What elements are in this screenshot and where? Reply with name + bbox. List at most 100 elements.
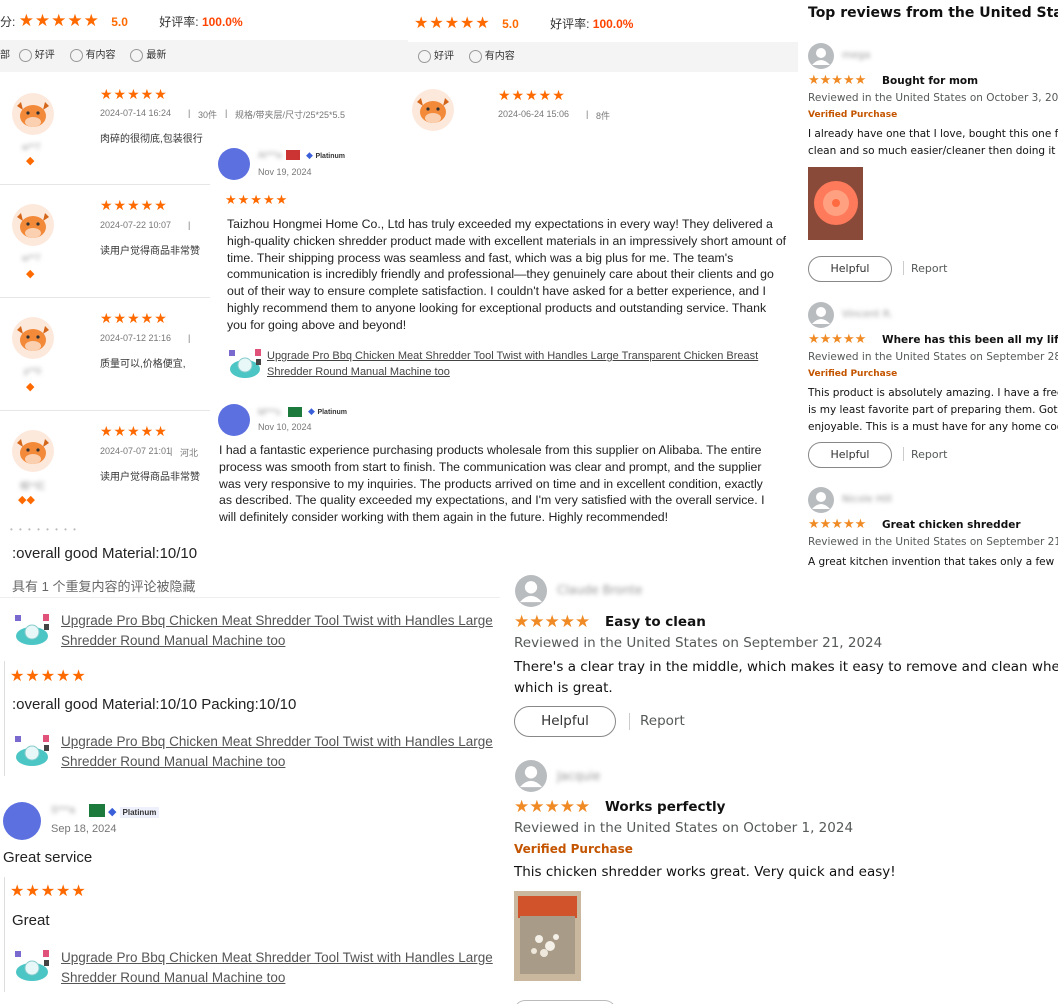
helpful-button[interactable]: Helpful xyxy=(514,706,616,737)
filter-content[interactable]: 有内容 xyxy=(468,49,515,63)
review-text: :overall good Material:10/10 xyxy=(12,545,198,562)
review-text: There's a clear tray in the middle, whic… xyxy=(514,659,1058,675)
rating-stars: ★★★★★ xyxy=(100,86,168,102)
product-link[interactable]: Upgrade Pro Bbq Chicken Meat Shredder To… xyxy=(61,613,493,628)
reviewer-name: Claude Bronte xyxy=(557,583,643,597)
helpful-button-partial[interactable] xyxy=(514,1000,616,1004)
review-date: Nov 19, 2024 xyxy=(258,167,312,177)
rating-stars: ★★★★★ xyxy=(498,87,566,103)
review-text: 读用户觉得商品非常赞 xyxy=(100,246,200,257)
user-avatar-icon xyxy=(808,487,834,513)
avatar xyxy=(218,148,250,180)
rating-stars: ★★★★★ xyxy=(514,797,591,817)
username: w**7 xyxy=(22,142,41,152)
platinum-badge: ◆ Platinum xyxy=(306,150,345,160)
review-date: 2024-07-22 10:07 xyxy=(100,220,172,230)
score-row: 分: ★★★★★ 5.0 好评率: 100.0% xyxy=(0,11,243,31)
review-text: Great service xyxy=(3,849,93,866)
reviewer-name: Vincent R. xyxy=(842,309,893,320)
review-text: :overall good Material:10/10 Packing:10/… xyxy=(12,696,297,713)
diamond-icon: ◆ xyxy=(26,381,35,393)
product-thumbnail[interactable] xyxy=(12,731,52,771)
helpful-button[interactable]: Helpful xyxy=(808,256,892,282)
flag-icon xyxy=(286,150,300,160)
review-title[interactable]: Where has this been all my life xyxy=(882,334,1058,346)
filter-all[interactable]: 部 xyxy=(0,50,10,61)
verified-purchase: Verified Purchase xyxy=(808,369,898,379)
report-link[interactable]: Report xyxy=(640,713,685,729)
review-text: I had a fantastic experience purchasing … xyxy=(219,443,765,525)
section-title: Top reviews from the United States xyxy=(808,5,1058,21)
shield-check-icon: ◆ xyxy=(306,150,313,160)
diamond-icon: ◆◆ xyxy=(18,494,35,506)
avatar xyxy=(3,802,41,840)
review-photo[interactable] xyxy=(514,891,581,981)
username: p**0 xyxy=(24,366,42,376)
report-link[interactable]: Report xyxy=(911,262,947,275)
review-text: This product is absolutely amazing. I ha… xyxy=(808,387,1058,399)
helpful-button[interactable]: Helpful xyxy=(808,442,892,468)
cn-review-panel-2: ★★★★★ 5.0 好评率: 100.0% 好评 有内容 ★★★★★ 2024-… xyxy=(408,0,798,150)
user-avatar-icon xyxy=(808,43,834,69)
product-link[interactable]: Shredder Round Manual Machine too xyxy=(61,754,285,769)
rating-stars: ★★★★★ xyxy=(808,332,867,347)
review-text: Great xyxy=(12,912,50,929)
product-link[interactable]: Shredder Round Manual Machine too xyxy=(61,970,285,985)
score-stars: ★★★★★ xyxy=(414,15,491,32)
review-title[interactable]: Great chicken shredder xyxy=(882,519,1021,531)
review-date: 2024-07-07 21:01 xyxy=(100,446,172,456)
review-date: 2024-06-24 15:06 xyxy=(498,109,570,119)
product-link[interactable]: Upgrade Pro Bbq Chicken Meat Shredder To… xyxy=(61,734,493,749)
good-rate-label: 好评率: xyxy=(159,15,199,29)
score-stars: ★★★★★ xyxy=(18,11,100,30)
product-thumbnail[interactable] xyxy=(226,345,264,383)
reviewer-name: Jacquie xyxy=(557,769,601,783)
hidden-note: 具有 1 个重复内容的评论被隐藏 xyxy=(12,579,196,594)
review-title[interactable]: Easy to clean xyxy=(605,614,706,630)
score-value: 5.0 xyxy=(111,15,128,29)
username: w**7 xyxy=(22,253,41,263)
separator: | xyxy=(188,108,191,118)
shield-check-icon: ◆ xyxy=(308,406,315,416)
product-thumbnail[interactable] xyxy=(12,946,52,986)
good-rate-value: 100.0% xyxy=(592,17,634,31)
filter-good[interactable]: 好评 xyxy=(418,49,454,63)
review-title[interactable]: Bought for mom xyxy=(882,75,978,87)
review-text: 肉碎的很彻底,包装很行 xyxy=(100,134,203,145)
review-title[interactable]: Works perfectly xyxy=(605,799,725,815)
filter-content[interactable]: 有内容 xyxy=(69,48,116,62)
review-photo[interactable] xyxy=(808,167,863,240)
flag-icon xyxy=(89,804,105,817)
good-rate-label: 好评率: xyxy=(550,17,590,31)
review-date: 2024-07-14 16:24 xyxy=(100,108,172,118)
product-link[interactable]: Shredder Round Manual Machine too xyxy=(61,633,285,648)
review-text: A great kitchen invention that takes onl… xyxy=(808,556,1055,568)
review-meta: Reviewed in the United States on Septemb… xyxy=(808,536,1058,548)
review-date: Nov 10, 2024 xyxy=(258,422,312,432)
user-avatar-icon xyxy=(515,760,547,792)
cow-avatar-icon xyxy=(412,89,454,131)
product-thumbnail[interactable] xyxy=(12,610,52,650)
separator: | xyxy=(188,333,191,343)
separator: | xyxy=(225,108,228,118)
review-text: clean and so much easier/cleaner then do… xyxy=(808,145,1058,157)
separator: | xyxy=(586,109,589,119)
diamond-icon: ◆ xyxy=(26,268,35,280)
rating-stars: ★★★★★ xyxy=(100,197,168,213)
dots: • • • • • • • • xyxy=(10,525,78,534)
review-meta: Reviewed in the United States on Septemb… xyxy=(514,635,883,651)
filter-good[interactable]: 好评 xyxy=(18,48,55,62)
filter-bar: 部 好评 有内容 最新 xyxy=(0,40,410,72)
filter-latest[interactable]: 最新 xyxy=(130,48,166,62)
rating-stars: ★★★★★ xyxy=(100,310,168,326)
separator: | xyxy=(170,446,173,456)
report-link[interactable]: Report xyxy=(911,448,947,461)
product-link[interactable]: Upgrade Pro Bbq Chicken Meat Shredder To… xyxy=(61,950,493,965)
divider xyxy=(4,877,5,992)
product-link[interactable]: Upgrade Pro Bbq Chicken Meat Shredder To… xyxy=(267,348,787,380)
review-text: I already have one that I love, bought t… xyxy=(808,128,1058,140)
reviewer-name: Nicole Hill xyxy=(842,494,892,505)
review-text: This chicken shredder works great. Very … xyxy=(514,864,896,880)
platinum-badge: ◆ Platinum xyxy=(308,406,347,416)
separator: | xyxy=(188,220,191,230)
